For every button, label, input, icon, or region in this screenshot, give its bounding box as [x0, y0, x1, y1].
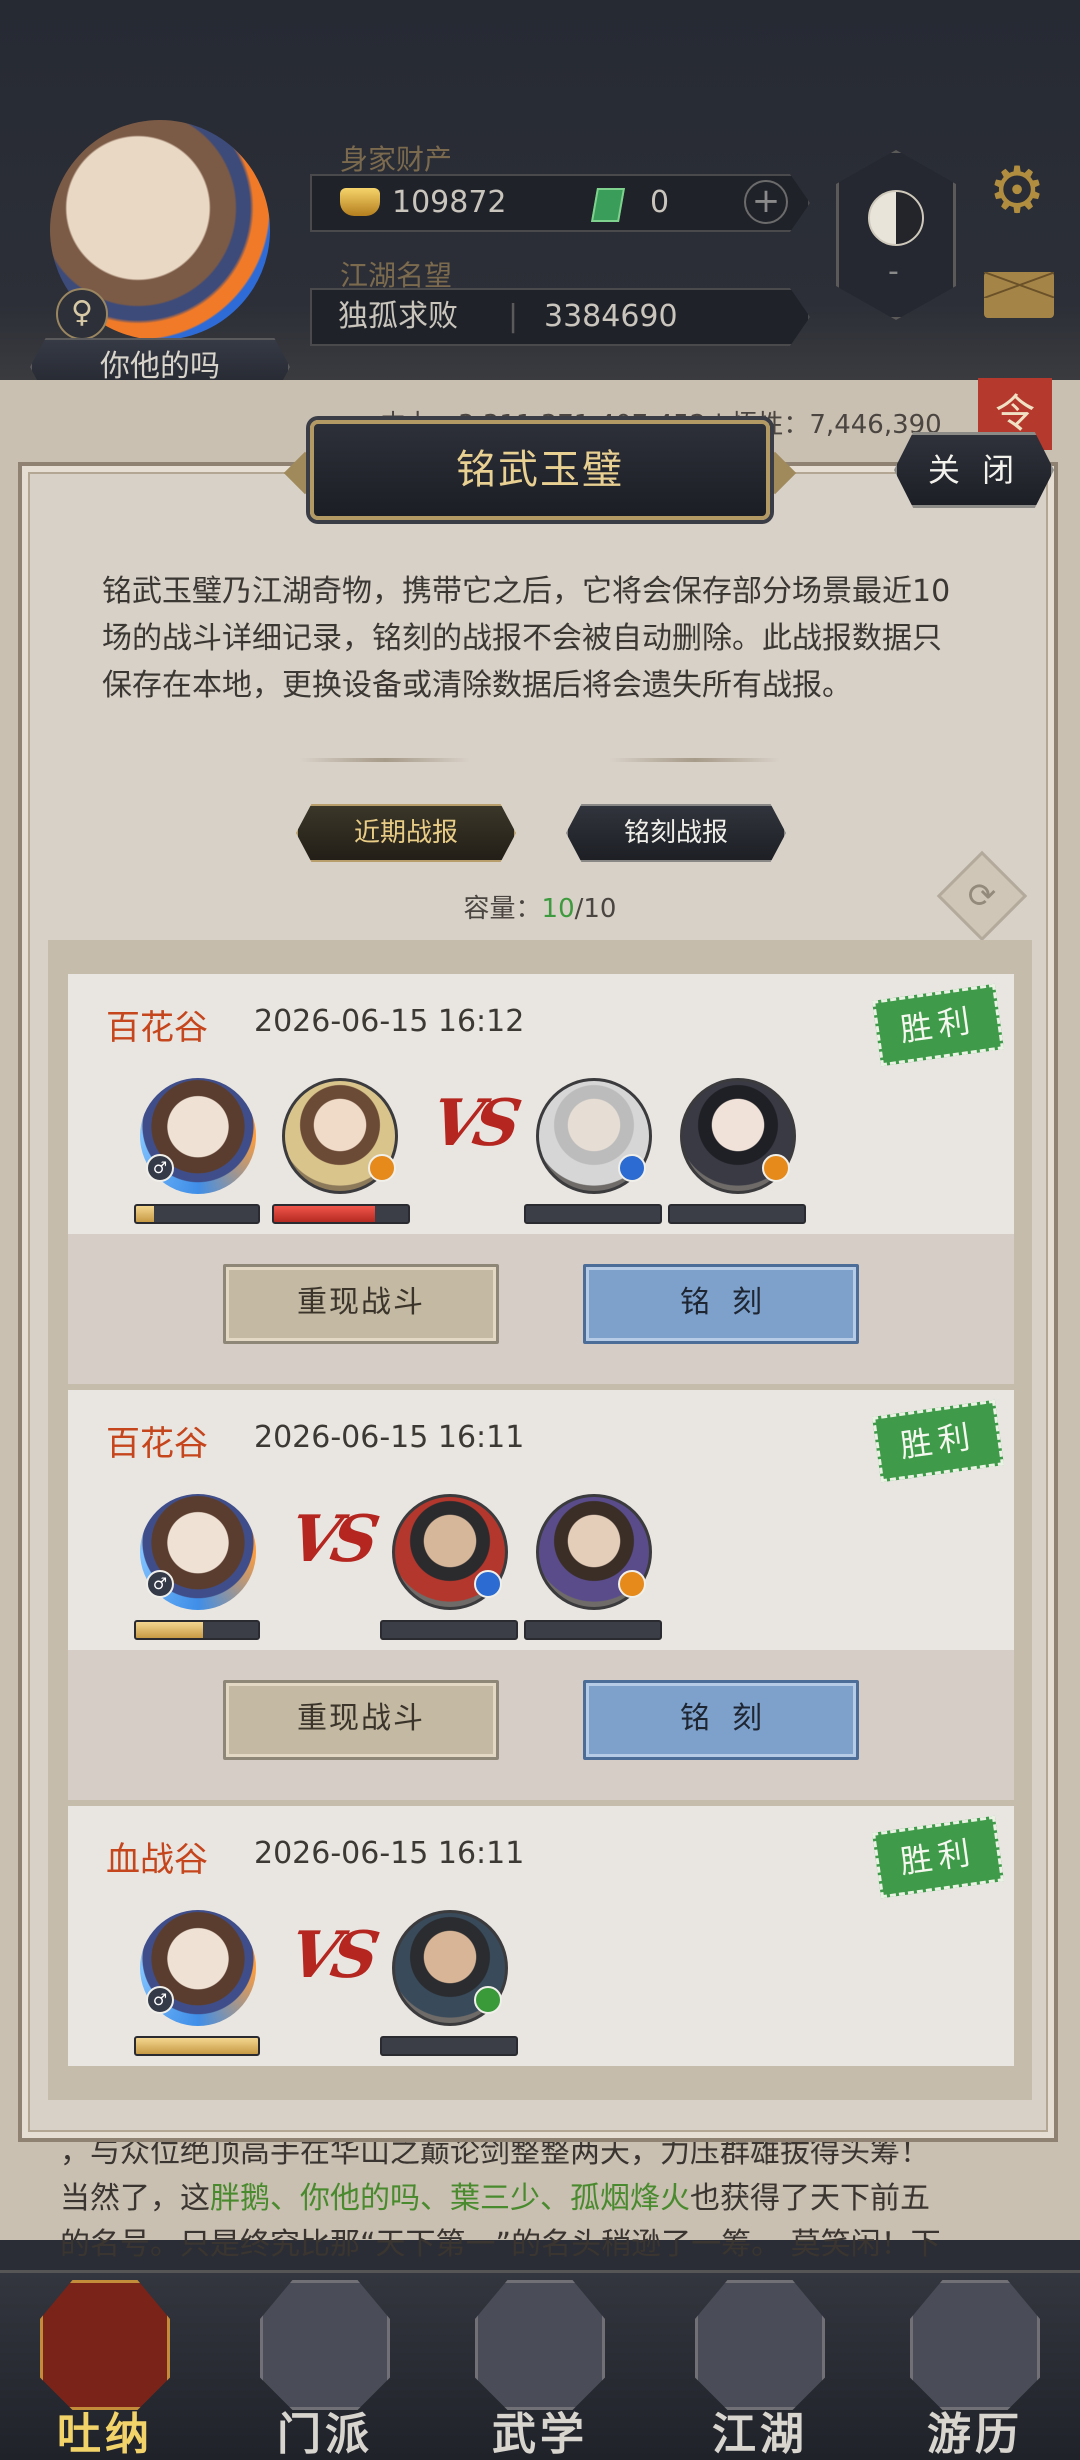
gold-value: 109872	[392, 185, 507, 220]
martial-arts-icon	[475, 2280, 605, 2410]
nav-item-travel[interactable]: 游历	[900, 2280, 1050, 2460]
capacity-used: 10	[541, 894, 575, 924]
water-element-icon	[474, 1570, 502, 1598]
enemy-hp-bar	[524, 1620, 662, 1640]
tab-recent-reports[interactable]: 近期战报	[296, 804, 516, 862]
report-summary: 百花谷 2026-06-15 16:11 胜利 ♂ VS	[68, 1390, 1014, 1650]
enemy-hp-bar	[668, 1204, 806, 1224]
gear-icon[interactable]: ⚙	[982, 156, 1052, 226]
report-summary: 百花谷 2026-06-15 16:12 胜利 ♂ VS	[68, 974, 1014, 1234]
divider-ornament-left	[300, 758, 470, 762]
male-gender-icon: ♂	[146, 1154, 174, 1182]
fame-rank: 独孤求败	[338, 299, 458, 334]
nav-item-sect[interactable]: 门派	[250, 2280, 400, 2460]
wood-element-icon	[474, 1986, 502, 2014]
report-card: 百花谷 2026-06-15 16:11 胜利 ♂ VS 重现战斗 铭刻	[68, 1390, 1014, 1800]
tab-engraved-reports[interactable]: 铭刻战报	[566, 804, 786, 862]
male-gender-icon: ♂	[146, 1570, 174, 1598]
story-line: 的名号。只是终究比那“天下第一”的名头稍逊了一筹。 莫笑闲！下	[60, 2227, 941, 2262]
ally-hp-bar	[134, 2036, 260, 2056]
ally-hp-bar	[134, 1620, 260, 1640]
female-gender-icon: ♀	[56, 288, 108, 340]
vs-label: VS	[425, 1086, 519, 1161]
report-location: 百花谷	[106, 1008, 208, 1048]
fame-divider: |	[508, 299, 519, 334]
ally-hp-bar	[272, 1204, 410, 1224]
vs-label: VS	[283, 1502, 377, 1577]
fame-value: 3384690	[544, 299, 678, 334]
victory-stamp: 胜利	[872, 1399, 1004, 1483]
report-location: 血战谷	[106, 1840, 208, 1880]
report-card: 百花谷 2026-06-15 16:12 胜利 ♂ VS 重现战斗 铭刻	[68, 974, 1014, 1384]
report-time: 2026-06-15 16:11	[254, 1836, 525, 1871]
fame-bar: 独孤求败 | 3384690	[310, 288, 810, 346]
report-actions: 重现战斗 铭刻	[68, 1650, 1014, 1800]
wealth-bar: 109872 0	[310, 174, 810, 232]
report-summary: 血战谷 2026-06-15 16:11 胜利 ♂ VS	[68, 1806, 1014, 2066]
jade-icon	[591, 188, 625, 222]
capacity-indicator: 容量：10/10	[463, 894, 617, 924]
jade-value: 0	[650, 185, 670, 220]
fire-element-icon	[762, 1154, 790, 1182]
report-location: 百花谷	[106, 1424, 208, 1464]
breathing-icon	[40, 2280, 170, 2410]
victory-stamp: 胜利	[872, 1815, 1004, 1899]
gold-ingot-icon	[340, 188, 380, 216]
report-time: 2026-06-15 16:11	[254, 1420, 525, 1455]
background-story: ，与众位绝顶高手在华山之巅论剑整整两天，力压群雄拔得头筹！ 当然了，这胖鹅、你他…	[60, 2130, 1020, 2268]
dialog-description: 铭武玉璧乃江湖奇物，携带它之后，它将会保存部分场景最近10场的战斗详细记录，铭刻…	[102, 574, 951, 703]
taiji-minus: -	[888, 254, 899, 289]
close-button[interactable]: 关 闭	[894, 432, 1054, 508]
vs-label: VS	[283, 1918, 377, 1993]
enemy-hp-bar	[524, 1204, 662, 1224]
enemy-hp-bar	[380, 1620, 518, 1640]
fire-element-icon	[618, 1570, 646, 1598]
dialog-title: 铭武玉璧	[310, 420, 770, 520]
nav-item-jianghu[interactable]: 江湖	[685, 2280, 835, 2460]
male-gender-icon: ♂	[146, 1986, 174, 2014]
fire-element-icon	[368, 1154, 396, 1182]
sect-icon	[260, 2280, 390, 2410]
ally-hp-bar	[134, 1204, 260, 1224]
divider-ornament-right	[610, 758, 780, 762]
report-card: 血战谷 2026-06-15 16:11 胜利 ♂ VS	[68, 1806, 1014, 2066]
mail-icon[interactable]	[984, 272, 1054, 318]
victory-stamp: 胜利	[872, 983, 1004, 1067]
capacity-total: /10	[574, 894, 617, 924]
wealth-label: 身家财产	[340, 143, 453, 176]
add-currency-button[interactable]: +	[744, 180, 788, 224]
jianghu-icon	[695, 2280, 825, 2410]
taiji-icon	[868, 190, 924, 246]
travel-horse-icon	[910, 2280, 1040, 2410]
story-line: 当然了，这胖鹅、你他的吗、葉三少、孤烟烽火也获得了天下前五	[60, 2181, 930, 2216]
replay-battle-button[interactable]: 重现战斗	[223, 1680, 499, 1760]
engrave-button[interactable]: 铭刻	[583, 1680, 859, 1760]
nav-item-tuna[interactable]: 吐纳	[30, 2280, 180, 2460]
replay-battle-button[interactable]: 重现战斗	[223, 1264, 499, 1344]
report-time: 2026-06-15 16:12	[254, 1004, 525, 1039]
report-actions: 重现战斗 铭刻	[68, 1234, 1014, 1384]
water-element-icon	[618, 1154, 646, 1182]
nav-item-martial-arts[interactable]: 武学	[465, 2280, 615, 2460]
enemy-hp-bar	[380, 2036, 518, 2056]
engrave-button[interactable]: 铭刻	[583, 1264, 859, 1344]
